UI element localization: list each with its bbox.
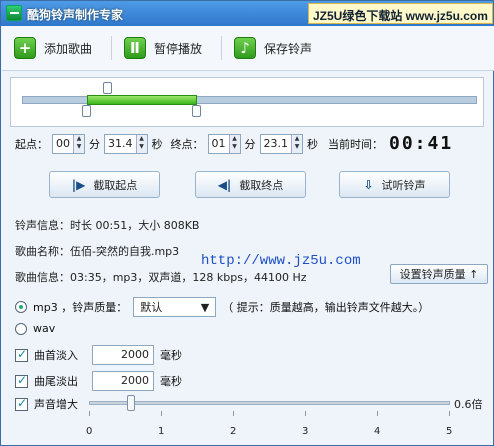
time-settings-row: 起点： 00 ▲ ▼ 分 31.4 ▲ ▼ 秒 终点： 01 ▲ ▼ 分 23.1 ▲ ▼ 秒 …: [15, 133, 453, 154]
spinner-arrows-icon[interactable]: ▲ ▼: [73, 134, 84, 153]
fade-out-row: 曲尾淡出 2000 毫秒: [15, 371, 182, 391]
scale-label: 2: [230, 426, 237, 437]
minute-unit: 分: [244, 137, 256, 151]
song-info: 歌曲信息：03:35，mp3，双声道，128 kbps，44100 Hz: [15, 271, 307, 284]
scale-tick: [233, 411, 234, 416]
end-second-spinner[interactable]: 23.1 ▲ ▼: [259, 133, 303, 154]
end-marker[interactable]: [192, 105, 201, 117]
scale-tick: [305, 411, 306, 416]
volume-slider-thumb[interactable]: [127, 395, 135, 411]
save-ringtone-label: 保存铃声: [264, 41, 313, 56]
volume-label: 声音增大: [34, 398, 78, 411]
scale-label: 5: [446, 426, 453, 437]
fade-in-label: 曲首淡入: [34, 349, 78, 362]
add-song-button[interactable]: + 添加歌曲: [14, 35, 92, 61]
current-time-label: 当前时间：: [328, 137, 383, 151]
range-slider-panel: [10, 77, 484, 127]
toolbar: + 添加歌曲 Ⅱ 暂停播放 ♪ 保存铃声: [2, 26, 494, 71]
second-unit: 秒: [151, 137, 163, 151]
fade-in-checkbox[interactable]: [15, 347, 28, 362]
scale-label: 3: [302, 426, 309, 437]
end-label: 终点：: [170, 137, 204, 151]
volume-value: 0.6倍: [454, 398, 483, 411]
main-window: 酷狗铃声制作专家 JZ5U绿色下载站 www.jz5u.com + 添加歌曲 Ⅱ…: [0, 0, 494, 446]
spinner-arrows-icon[interactable]: ▲ ▼: [135, 134, 147, 153]
toolbar-separator: [111, 36, 112, 60]
start-minute-value: 00: [56, 137, 70, 150]
quality-select[interactable]: 默认 ▼: [133, 297, 217, 317]
capture-start-icon: |▶: [71, 177, 86, 192]
end-minute-value: 01: [211, 137, 226, 150]
pause-label: 暂停播放: [154, 41, 203, 56]
chevron-down-icon: ▼: [200, 300, 210, 314]
capture-end-icon: ◀|: [217, 177, 232, 192]
quality-value: 默认: [140, 301, 163, 314]
plus-icon: +: [14, 37, 36, 59]
music-note-icon: ♪: [234, 37, 256, 59]
fade-in-row: 曲首淡入 2000 毫秒: [15, 345, 182, 365]
add-song-label: 添加歌曲: [44, 41, 93, 56]
preview-label: 试听铃声: [381, 178, 426, 192]
pause-icon: Ⅱ: [124, 37, 146, 59]
start-label: 起点：: [15, 137, 48, 151]
capture-end-button[interactable]: ◀| 截取终点: [195, 171, 306, 198]
capture-start-label: 截取起点: [93, 178, 138, 192]
set-quality-button[interactable]: 设置铃声质量 ↑: [390, 264, 488, 284]
scale-tick: [449, 411, 450, 416]
scale-tick: [377, 411, 378, 416]
download-icon: ⇩: [363, 177, 374, 192]
volume-row: 声音增大: [15, 396, 78, 412]
wav-radio[interactable]: [15, 322, 27, 335]
spinner-arrows-icon[interactable]: ▲ ▼: [291, 134, 302, 153]
save-ringtone-button[interactable]: ♪ 保存铃声: [234, 35, 312, 61]
scale-label: 1: [158, 426, 165, 437]
minute-unit: 分: [89, 137, 100, 151]
fade-out-label: 曲尾淡出: [34, 375, 78, 388]
current-time-display: 00:41: [389, 133, 454, 154]
scale-label: 4: [374, 426, 381, 437]
ms-unit: 毫秒: [160, 349, 182, 362]
preview-button[interactable]: ⇩ 试听铃声: [339, 171, 450, 198]
toolbar-separator: [221, 36, 222, 60]
start-marker[interactable]: [82, 105, 91, 117]
wav-option-row: wav: [15, 322, 55, 335]
ms-unit: 毫秒: [160, 375, 182, 388]
mp3-label: mp3 ，铃声质量：: [33, 301, 128, 314]
mp3-radio[interactable]: [15, 301, 27, 313]
volume-slider-track[interactable]: [89, 401, 450, 405]
start-second-value: 31.4: [108, 137, 133, 150]
song-name: 歌曲名称：伍佰-突然的自我.mp3: [15, 245, 180, 258]
end-second-value: 23.1: [263, 137, 289, 150]
start-second-spinner[interactable]: 31.4 ▲ ▼: [104, 133, 148, 154]
capture-start-button[interactable]: |▶ 截取起点: [49, 171, 160, 198]
start-minute-spinner[interactable]: 00 ▲ ▼: [52, 133, 85, 154]
title-bar[interactable]: 酷狗铃声制作专家 JZ5U绿色下载站 www.jz5u.com: [1, 1, 493, 26]
fade-in-input[interactable]: 2000: [92, 345, 154, 365]
app-icon: [6, 5, 22, 21]
scale-tick: [89, 411, 90, 416]
scale-label: 0: [86, 426, 93, 437]
window-title: 酷狗铃声制作专家: [27, 8, 124, 22]
brand-banner: JZ5U绿色下载站 www.jz5u.com: [308, 3, 493, 24]
playhead-marker[interactable]: [103, 82, 112, 94]
watermark-url: http://www.jz5u.com: [201, 253, 361, 269]
quality-hint: （ 提示：质量越高，输出铃声文件越大。）: [222, 301, 430, 314]
wav-label: wav: [33, 322, 56, 335]
spinner-arrows-icon[interactable]: ▲ ▼: [228, 134, 240, 153]
volume-checkbox[interactable]: [15, 396, 28, 411]
capture-end-label: 截取终点: [239, 178, 284, 192]
selected-range[interactable]: [87, 95, 197, 105]
end-minute-spinner[interactable]: 01 ▲ ▼: [207, 133, 241, 154]
pause-button[interactable]: Ⅱ 暂停播放: [124, 35, 202, 61]
second-unit: 秒: [307, 137, 318, 151]
ringtone-info: 铃声信息：时长 00:51，大小 808KB: [15, 219, 200, 232]
fade-out-checkbox[interactable]: [15, 373, 28, 388]
mp3-option-row: mp3 ，铃声质量： 默认 ▼ （ 提示：质量越高，输出铃声文件越大。）: [15, 297, 429, 317]
scale-tick: [161, 411, 162, 416]
fade-out-input[interactable]: 2000: [92, 371, 154, 391]
